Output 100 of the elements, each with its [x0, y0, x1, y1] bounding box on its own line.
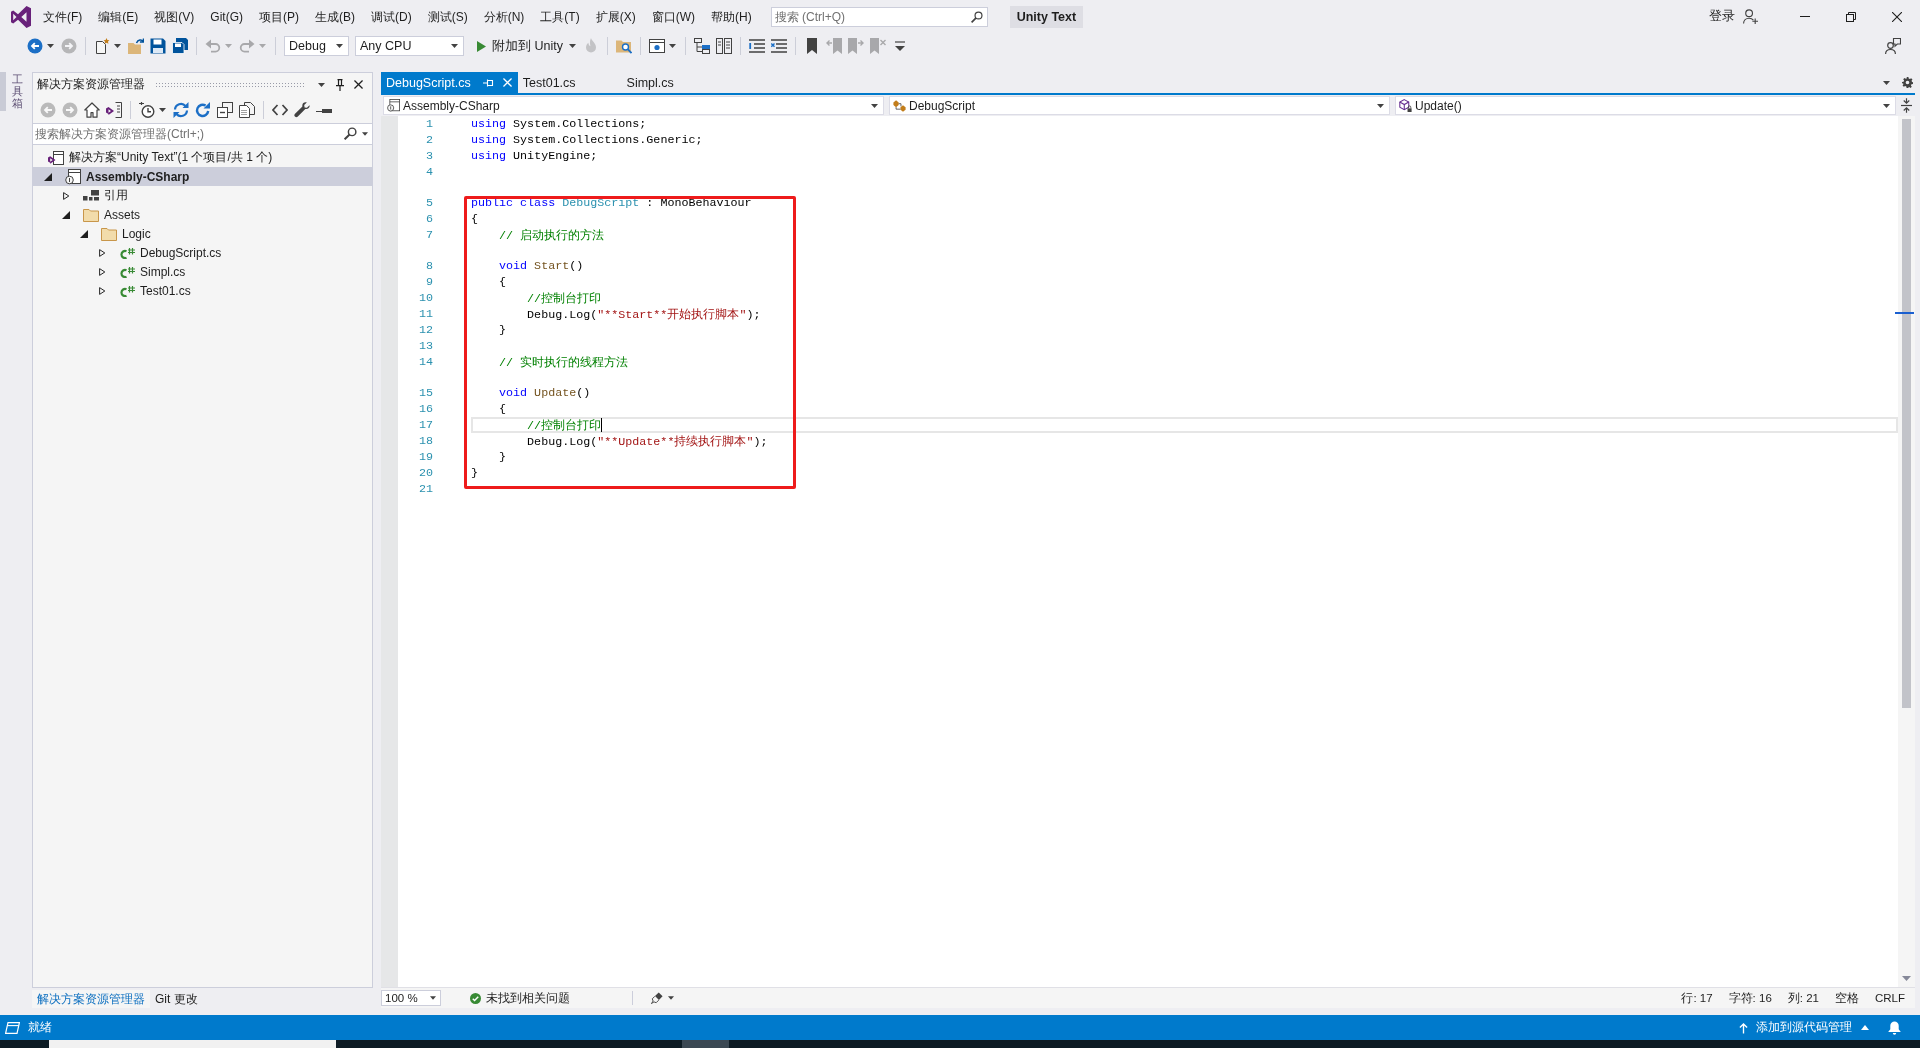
feedback-icon[interactable]	[1885, 38, 1901, 54]
menu-item[interactable]: 视图(V)	[146, 5, 203, 28]
menu-item[interactable]: 生成(B)	[307, 5, 363, 28]
menu-item[interactable]: 调试(D)	[363, 5, 420, 28]
sync-icon[interactable]	[173, 101, 189, 118]
expander-icon[interactable]	[98, 286, 106, 295]
back-icon[interactable]	[27, 38, 43, 54]
project-icon	[387, 99, 400, 112]
caret-icon	[568, 44, 576, 48]
type-dropdown[interactable]: DebugScript	[889, 96, 1390, 115]
expander-icon[interactable]	[44, 172, 52, 181]
menu-item[interactable]: 工具(T)	[532, 5, 588, 28]
search-field[interactable]: 搜索 (Ctrl+Q)	[770, 6, 988, 27]
tree-item[interactable]: 解决方案“Unity Text”(1 个项目/共 1 个)	[33, 148, 372, 167]
menu-item[interactable]: 扩展(X)	[587, 5, 644, 28]
project-dropdown[interactable]: Assembly-CSharp	[383, 96, 884, 115]
search-icon[interactable]	[970, 10, 983, 23]
open-icon[interactable]	[128, 38, 144, 54]
pin-icon[interactable]	[336, 78, 344, 91]
clock-icon[interactable]	[139, 101, 155, 118]
pages-icon[interactable]	[239, 101, 255, 118]
tree-icon[interactable]	[693, 38, 710, 54]
menu-item[interactable]: 分析(N)	[475, 5, 533, 28]
caret-icon[interactable]	[47, 44, 54, 48]
search-icon[interactable]	[344, 127, 357, 140]
window-icon[interactable]	[648, 38, 665, 54]
char-indicator[interactable]: 字符: 16	[1728, 990, 1772, 1006]
person-add-icon[interactable]	[1743, 9, 1758, 24]
menu-item[interactable]: 文件(F)	[35, 5, 91, 28]
caret-icon[interactable]	[1883, 80, 1890, 85]
menu-item[interactable]: 测试(S)	[419, 5, 476, 28]
caret-icon[interactable]	[318, 82, 325, 87]
home-icon[interactable]	[84, 101, 100, 118]
close-icon[interactable]	[354, 80, 363, 89]
menu-item[interactable]: Git(G)	[202, 5, 251, 28]
tree-item[interactable]: Test01.cs	[33, 281, 372, 300]
columns-icon[interactable]	[715, 38, 732, 54]
member-dropdown[interactable]: Update()	[1395, 96, 1896, 115]
expander-icon[interactable]	[98, 267, 106, 276]
code-line: public class DebugScript : MonoBehaviour	[471, 196, 752, 210]
column-indicator[interactable]: 列: 21	[1787, 990, 1819, 1006]
expander-icon[interactable]	[98, 248, 106, 257]
save-all-icon[interactable]	[172, 38, 188, 54]
caret-icon	[1883, 103, 1890, 108]
line-ending-indicator[interactable]: CRLF	[1874, 992, 1905, 1004]
uncomment-icon[interactable]	[770, 38, 787, 54]
line-indicator[interactable]: 行: 17	[1681, 990, 1713, 1006]
tree-item[interactable]: DebugScript.cs	[33, 243, 372, 262]
collapse-all-icon[interactable]	[217, 101, 233, 118]
code-line: Debug.Log("**Update**持续执行脚本");	[526, 433, 768, 449]
restore-icon[interactable]	[1846, 11, 1856, 22]
comment-icon[interactable]	[748, 38, 765, 54]
line-number: 16	[417, 402, 433, 416]
caret-icon[interactable]	[362, 132, 368, 136]
toolbar-dropdown[interactable]: Debug	[284, 36, 349, 56]
editor-tab[interactable]: Simpl.cs	[621, 72, 720, 93]
scroll-down-arrow-icon[interactable]	[1902, 976, 1911, 981]
expander-icon[interactable]	[80, 229, 88, 238]
wrench-icon[interactable]	[294, 101, 310, 118]
new-item-icon[interactable]	[94, 38, 110, 54]
menu-item[interactable]: 项目(P)	[251, 5, 307, 28]
editor-tab[interactable]: Test01.cs	[517, 72, 622, 93]
issues-status[interactable]: 未找到相关问题	[486, 990, 570, 1006]
tree-item[interactable]: Logic	[33, 224, 372, 243]
source-control-button[interactable]: 添加到源代码管理	[1739, 1015, 1869, 1040]
caret-icon[interactable]	[668, 44, 676, 48]
tree-item[interactable]: Simpl.cs	[33, 262, 372, 281]
save-icon[interactable]	[150, 38, 166, 54]
switch-views-icon[interactable]	[106, 101, 122, 118]
search-field[interactable]: 搜索解决方案资源管理器(Ctrl+;)	[33, 123, 372, 145]
menu-item[interactable]: 窗口(W)	[643, 5, 703, 28]
panel-tab[interactable]: 解决方案资源管理器	[32, 990, 150, 1008]
brush-icon[interactable]	[651, 992, 663, 1004]
split-icon[interactable]	[1901, 98, 1912, 113]
indent-indicator[interactable]: 空格	[1834, 990, 1859, 1006]
settings-icon[interactable]	[1902, 77, 1913, 88]
tree-item[interactable]: Assembly-CSharp	[33, 167, 372, 186]
caret-icon[interactable]	[668, 996, 674, 1000]
tree-item[interactable]: 引用	[33, 186, 372, 205]
expander-icon[interactable]	[62, 210, 70, 219]
menu-item[interactable]: 编辑(E)	[90, 5, 147, 28]
toolbar-dropdown[interactable]: Any CPU	[355, 36, 464, 56]
code-line: }	[471, 466, 478, 480]
caret-icon[interactable]	[114, 44, 121, 48]
panel-tab[interactable]: Git 更改	[150, 990, 203, 1008]
vertical-scrollbar[interactable]	[1898, 116, 1915, 987]
code-line: {	[498, 275, 507, 289]
zoom-dropdown[interactable]: 100 %	[381, 990, 441, 1006]
refresh-icon[interactable]	[195, 101, 211, 118]
folder-search-icon[interactable]	[615, 38, 632, 54]
sign-in-link[interactable]: 登录	[1709, 8, 1735, 25]
menu-item[interactable]: 帮助(H)	[703, 5, 760, 28]
run-button[interactable]: 附加到 Unity	[473, 36, 580, 56]
close-icon[interactable]	[1892, 11, 1902, 22]
bell-icon[interactable]	[1888, 1020, 1901, 1035]
expander-icon[interactable]	[62, 191, 70, 200]
line-number: 11	[417, 307, 433, 321]
tree-item[interactable]: Assets	[33, 205, 372, 224]
caret-icon[interactable]	[159, 107, 166, 112]
scrollbar-thumb[interactable]	[1902, 119, 1911, 708]
